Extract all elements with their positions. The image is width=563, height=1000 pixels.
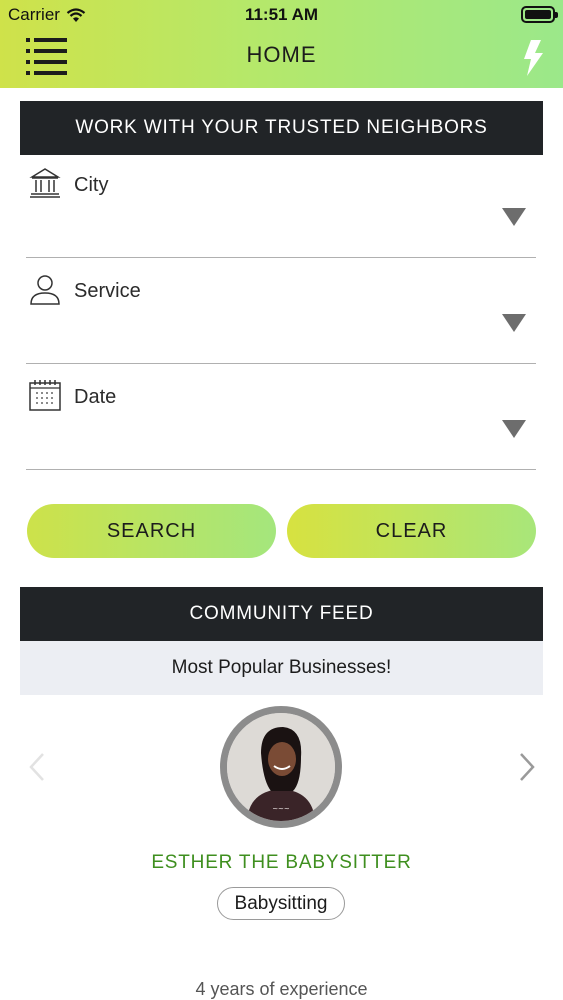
city-dropdown[interactable]: City	[26, 152, 536, 258]
calendar-icon	[29, 380, 61, 411]
chevron-left-icon	[29, 753, 44, 781]
battery-icon	[521, 6, 558, 23]
clear-button[interactable]: CLEAR	[287, 504, 536, 558]
city-label: City	[74, 174, 109, 196]
bank-building-icon	[29, 168, 61, 198]
chevron-down-icon	[502, 420, 526, 438]
lightning-bolt-icon	[524, 40, 543, 76]
chevron-right-icon	[520, 753, 535, 781]
chevron-down-icon	[502, 208, 526, 226]
community-feed-header: COMMUNITY FEED	[20, 587, 543, 641]
experience-text: 4 years of experience	[195, 979, 368, 999]
quick-action-button[interactable]	[521, 40, 545, 76]
business-name[interactable]: ESTHER THE BABYSITTER	[0, 852, 563, 874]
status-bar: Carrier 11:51 AM	[0, 0, 563, 30]
svg-text:~~~: ~~~	[272, 805, 290, 813]
portrait-image: ~~~	[227, 713, 335, 821]
date-label: Date	[74, 386, 117, 408]
search-section-header: WORK WITH YOUR TRUSTED NEIGHBORS	[20, 101, 543, 155]
date-dropdown[interactable]: Date	[26, 364, 536, 470]
feed-subheader: Most Popular Businesses!	[20, 641, 543, 695]
business-avatar[interactable]: ~~~	[220, 706, 342, 828]
search-button[interactable]: SEARCH	[27, 504, 276, 558]
service-label: Service	[74, 280, 141, 302]
service-dropdown[interactable]: Service	[26, 258, 536, 364]
carousel-next-button[interactable]	[516, 752, 538, 782]
chevron-down-icon	[502, 314, 526, 332]
person-icon	[30, 275, 60, 305]
carousel-prev-button[interactable]	[26, 752, 48, 782]
category-badge: Babysitting	[217, 887, 345, 920]
page-title: HOME	[246, 42, 317, 67]
status-time: 11:51 AM	[244, 5, 319, 24]
profile-photo: ~~~	[227, 713, 335, 821]
top-bar: Carrier 11:51 AM HOME	[0, 0, 563, 88]
